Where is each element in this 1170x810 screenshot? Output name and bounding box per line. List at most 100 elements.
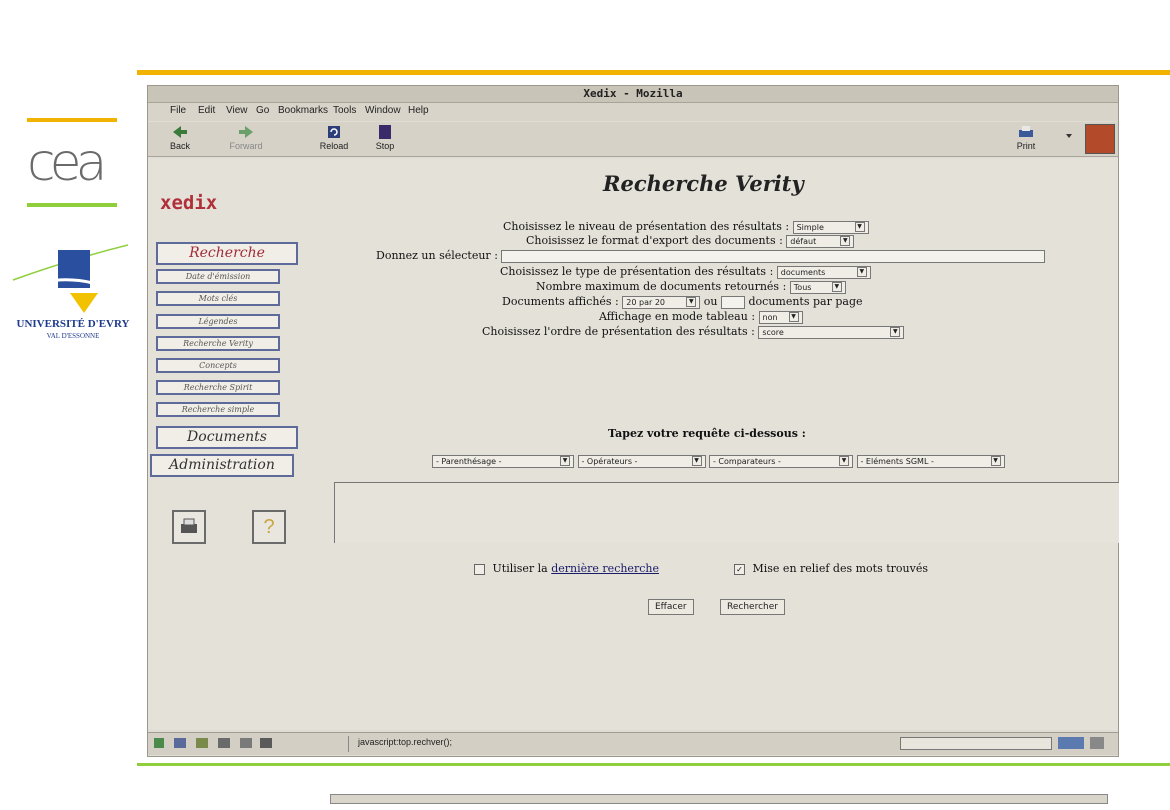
reload-button[interactable]: Reload — [314, 124, 354, 151]
affiches-select[interactable]: 20 par 20 ▼ — [622, 295, 701, 309]
relief-label: Mise en relief des mots trouvés — [752, 562, 928, 575]
chevron-down-icon: ▼ — [856, 266, 867, 277]
stop-label: Stop — [375, 141, 395, 151]
chevron-down-icon: ▼ — [560, 455, 570, 466]
composer-icon[interactable] — [196, 738, 208, 748]
query-textarea[interactable] — [334, 482, 1119, 543]
back-label: Back — [169, 141, 190, 151]
format-select[interactable]: défaut ▼ — [786, 234, 855, 248]
chevron-down-icon: ▼ — [854, 221, 865, 232]
address-book-icon[interactable] — [218, 738, 230, 748]
type-label: Choisissez le type de présentation des r… — [500, 265, 774, 278]
back-arrow-icon — [173, 126, 187, 138]
affiches-label: Documents affichés : — [502, 295, 619, 308]
nav-concepts[interactable]: Concepts — [156, 358, 280, 373]
format-row: Choisissez le format d'export des docume… — [526, 234, 855, 248]
forward-button[interactable]: Forward — [226, 124, 266, 151]
affiches-row: Documents affichés : 20 par 20 ▼ ou docum… — [502, 295, 863, 309]
page-content: xedix Recherche Date d'émission Mots clé… — [148, 158, 1119, 804]
navigation-toolbar: Back Forward Reload Stop Print — [148, 122, 1118, 157]
effacer-button[interactable]: Effacer — [648, 599, 694, 615]
par-page-input[interactable] — [721, 295, 745, 309]
type-select[interactable]: documents ▼ — [776, 265, 871, 279]
tableau-select[interactable]: non ▼ — [758, 310, 803, 324]
menu-bar: File Edit View Go Bookmarks Tools Window… — [148, 103, 1118, 121]
tableau-row: Affichage en mode tableau : non ▼ — [599, 310, 803, 324]
universite-evry-name: UNIVERSITÉ D'EVRY — [16, 318, 130, 330]
niveau-select[interactable]: Simple ▼ — [792, 220, 869, 234]
forward-label: Forward — [229, 141, 263, 151]
reload-label: Reload — [319, 141, 349, 151]
ordre-select[interactable]: score ▼ — [758, 325, 905, 339]
print-label: Print — [1016, 141, 1036, 151]
cea-divider-bottom — [27, 203, 117, 207]
slide-top-rule — [137, 70, 1170, 75]
type-row: Choisissez le type de présentation des r… — [500, 265, 871, 279]
selecteur-row: Donnez un sélecteur : — [376, 249, 1046, 263]
niveau-label: Choisissez le niveau de présentation des… — [503, 220, 790, 233]
chat-icon[interactable] — [240, 738, 252, 748]
utiliser-row: Utiliser la dernière recherche — [474, 562, 659, 575]
browser-window: Xedix - Mozilla File Edit View Go Bookma… — [147, 85, 1119, 804]
horizontal-scrollbar[interactable] — [330, 794, 1108, 804]
elements-sgml-select[interactable]: - Eléments SGML - ▼ — [856, 454, 1005, 468]
back-button[interactable]: Back — [160, 124, 200, 151]
max-select[interactable]: Tous ▼ — [789, 280, 846, 294]
navigator-icon[interactable] — [154, 738, 164, 748]
title-bar: Xedix - Mozilla — [148, 86, 1118, 103]
ordre-label: Choisissez l'ordre de présentation des r… — [482, 325, 755, 338]
rechercher-button[interactable]: Rechercher — [720, 599, 785, 615]
menu-tools[interactable]: Tools — [333, 105, 356, 116]
menu-window[interactable]: Window — [365, 105, 401, 116]
derniere-recherche-link[interactable]: dernière recherche — [551, 562, 659, 575]
nav-recherche-spirit[interactable]: Recherche Spirit — [156, 380, 280, 395]
menu-go[interactable]: Go — [256, 105, 269, 116]
online-status-icon — [1058, 737, 1084, 749]
menu-bookmarks[interactable]: Bookmarks — [278, 105, 328, 116]
chevron-down-icon: ▼ — [990, 455, 1001, 466]
universite-evry-logo — [12, 244, 129, 313]
menu-file[interactable]: File — [170, 105, 186, 116]
chevron-down-icon: ▼ — [840, 235, 851, 246]
chevron-down-icon: ▼ — [831, 281, 842, 292]
reload-icon — [328, 126, 340, 138]
xedix-logo: xedix — [160, 192, 218, 214]
query-helpers-row: - Parenthésage - ▼ - Opérateurs - ▼ - Comp… — [432, 454, 1005, 468]
printer-icon[interactable] — [172, 510, 206, 544]
comparateurs-select[interactable]: - Comparateurs - ▼ — [709, 454, 853, 468]
max-row: Nombre maximum de documents retournés : … — [536, 280, 846, 294]
nav-recherche-verity[interactable]: Recherche Verity — [156, 336, 280, 351]
print-button[interactable]: Print — [1006, 124, 1046, 151]
utiliser-checkbox[interactable] — [474, 563, 485, 575]
security-icon — [260, 738, 272, 748]
mail-icon[interactable] — [174, 738, 186, 748]
chevron-down-icon[interactable] — [1066, 134, 1072, 138]
nav-mots-cles[interactable]: Mots clés — [156, 291, 280, 306]
par-page-label: documents par page — [748, 295, 863, 308]
parenthesage-select[interactable]: - Parenthésage - ▼ — [432, 454, 574, 468]
progress-bar — [900, 737, 1052, 750]
max-label: Nombre maximum de documents retournés : — [536, 280, 787, 293]
relief-checkbox[interactable]: ✓ — [734, 563, 745, 575]
chevron-down-icon: ▼ — [890, 326, 901, 337]
operateurs-select[interactable]: - Opérateurs - ▼ — [577, 454, 706, 468]
nav-administration[interactable]: Administration — [150, 454, 294, 477]
nav-recherche-simple[interactable]: Recherche simple — [156, 402, 280, 417]
nav-legendes[interactable]: Légendes — [156, 314, 280, 329]
status-bar: javascript:top.rechver(); — [148, 732, 1118, 755]
nav-documents[interactable]: Documents — [156, 426, 298, 449]
nav-date-emission[interactable]: Date d'émission — [156, 269, 280, 284]
nav-recherche[interactable]: Recherche — [156, 242, 298, 265]
menu-view[interactable]: View — [226, 105, 248, 116]
window-title: Xedix - Mozilla — [583, 87, 683, 100]
stop-button[interactable]: Stop — [370, 124, 400, 151]
status-text: javascript:top.rechver(); — [358, 737, 453, 747]
niveau-row: Choisissez le niveau de présentation des… — [503, 220, 869, 234]
selecteur-input[interactable] — [501, 249, 1046, 263]
menu-help[interactable]: Help — [408, 105, 429, 116]
menu-edit[interactable]: Edit — [198, 105, 215, 116]
mozilla-throbber-icon[interactable] — [1085, 124, 1115, 154]
help-icon[interactable]: ? — [252, 510, 286, 544]
forward-arrow-icon — [239, 126, 253, 138]
lock-icon — [1090, 737, 1104, 749]
